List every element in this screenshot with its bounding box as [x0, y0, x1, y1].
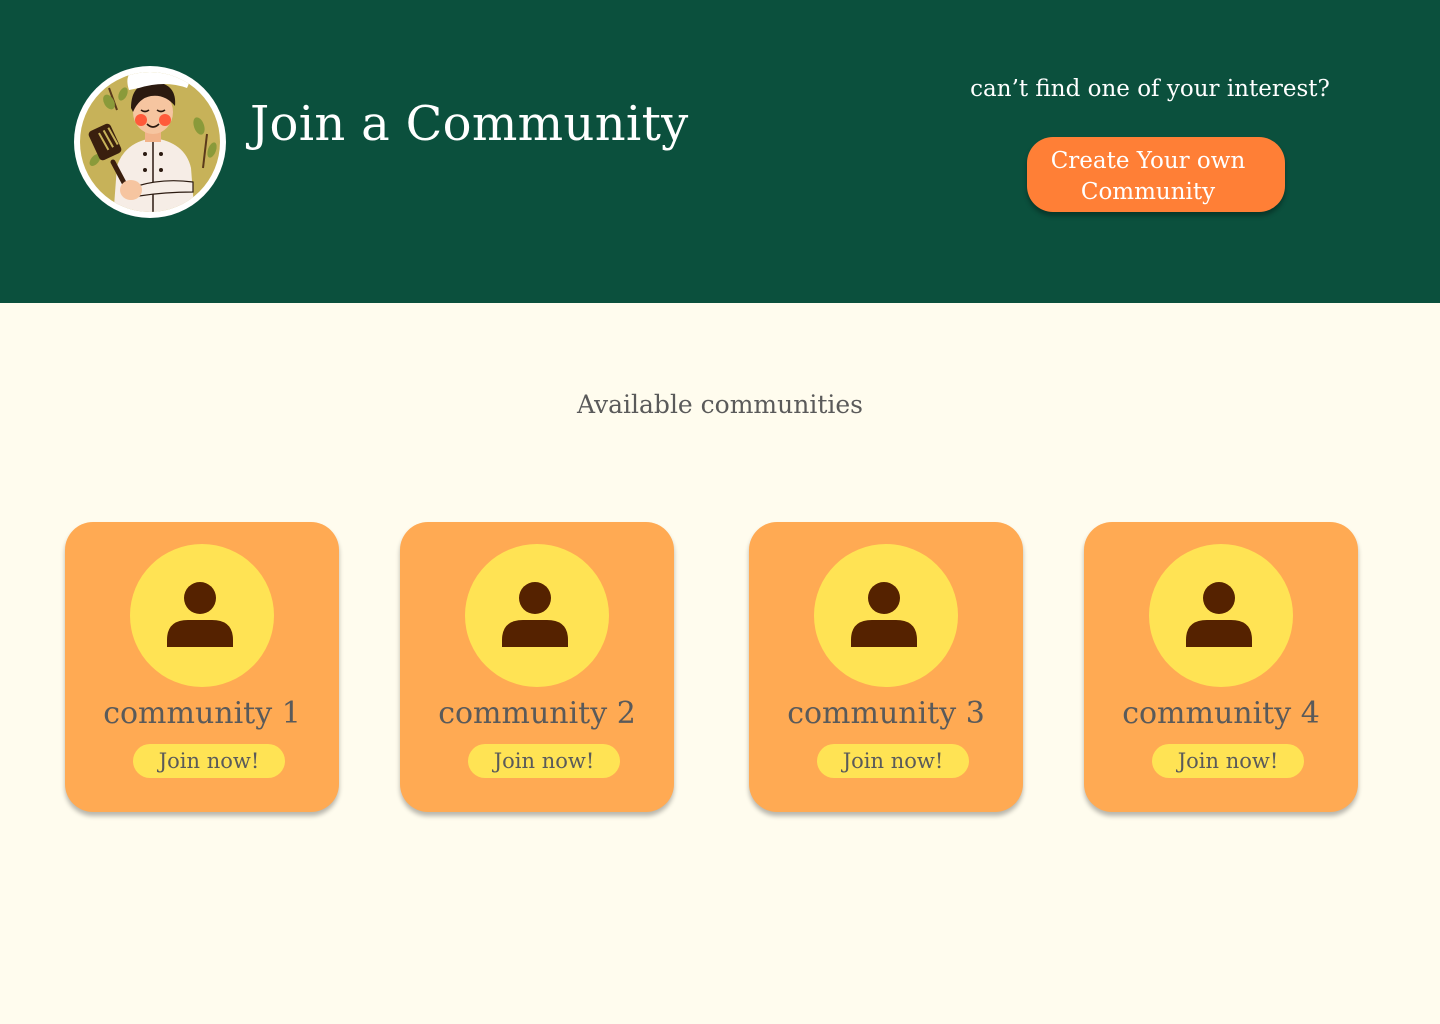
user-icon: [465, 544, 609, 687]
community-name: community 2: [438, 696, 636, 731]
section-title: Available communities: [576, 390, 864, 419]
create-community-button-label-line-2: Community: [1080, 178, 1216, 205]
community-name: community 4: [1122, 696, 1320, 731]
community-card-3[interactable]: community 3 Join now!: [749, 522, 1023, 812]
community-card-4[interactable]: community 4 Join now!: [1084, 522, 1358, 812]
create-community-button-label-line-1: Create Your own: [1050, 147, 1246, 174]
community-card-2[interactable]: community 2 Join now!: [400, 522, 674, 812]
join-now-button[interactable]: Join now!: [133, 744, 285, 778]
page-title: Join a Community: [250, 96, 689, 152]
join-now-button[interactable]: Join now!: [817, 744, 969, 778]
join-now-button[interactable]: Join now!: [1152, 744, 1304, 778]
join-now-button[interactable]: Join now!: [468, 744, 620, 778]
user-icon: [130, 544, 274, 687]
create-community-prompt: can’t find one of your interest?: [970, 76, 1330, 102]
create-community-button[interactable]: Create Your own Community: [1027, 137, 1285, 212]
user-icon: [814, 544, 958, 687]
community-card-1[interactable]: community 1 Join now!: [65, 522, 339, 812]
chef-illustration-icon: [73, 50, 229, 220]
community-name: community 1: [103, 696, 301, 731]
community-name: community 3: [787, 696, 985, 731]
header: Join a Community can’t find one of your …: [0, 0, 1440, 303]
user-icon: [1149, 544, 1293, 687]
